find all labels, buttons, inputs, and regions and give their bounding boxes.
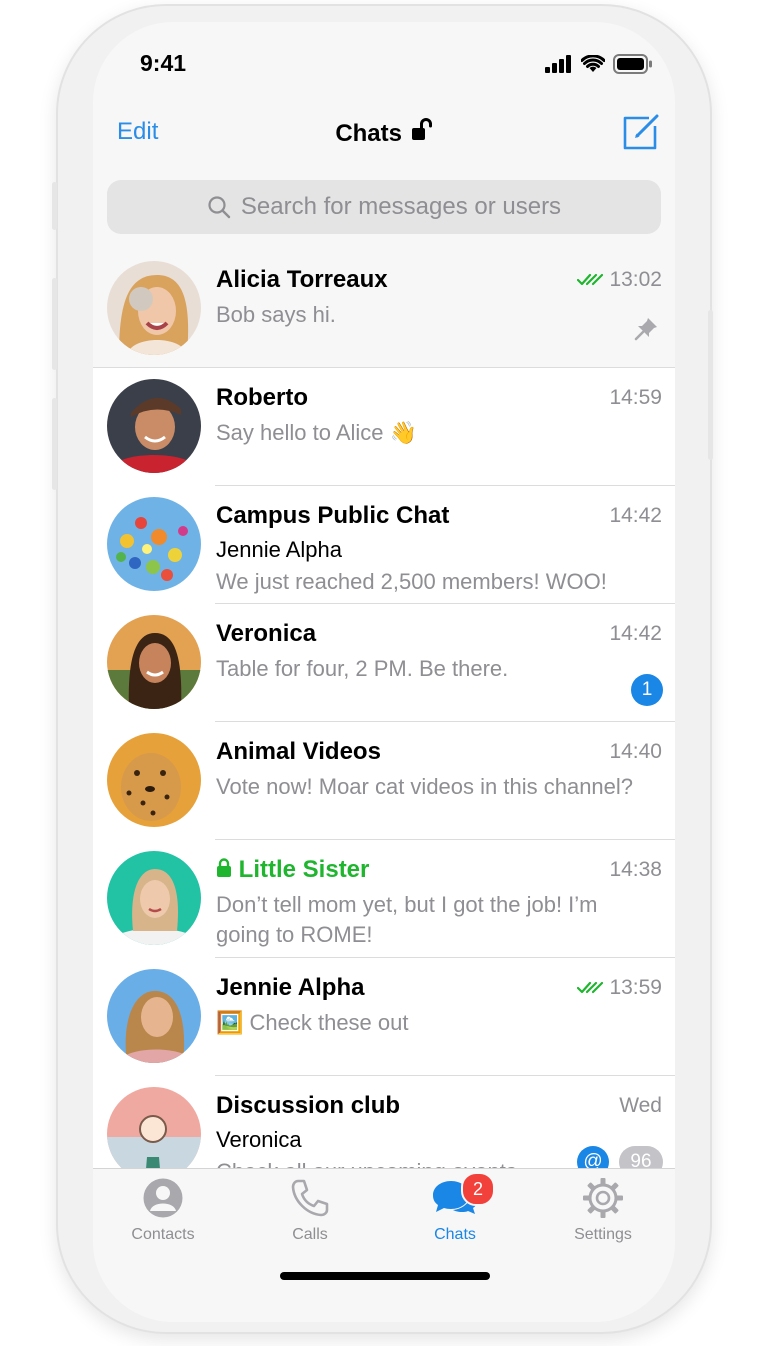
chat-preview: Say hello to Alice 👋 bbox=[216, 420, 418, 445]
contacts-icon bbox=[143, 1178, 183, 1218]
phone-icon bbox=[291, 1179, 329, 1217]
chat-preview: We just reached 2,500 members! WOO! bbox=[216, 569, 607, 594]
chat-sender: Jennie Alpha bbox=[216, 537, 342, 562]
navigation-bar: Edit Chats bbox=[93, 102, 675, 164]
wifi-icon bbox=[581, 55, 605, 72]
search-icon bbox=[208, 196, 231, 219]
mute-switch bbox=[52, 182, 57, 230]
chat-time: 14:42 bbox=[609, 622, 662, 645]
chat-name: Roberto bbox=[216, 384, 308, 411]
home-indicator[interactable] bbox=[280, 1272, 490, 1280]
chat-preview: Bob says hi. bbox=[216, 302, 336, 327]
chat-row-jennie-alpha[interactable]: Jennie Alpha 13:59 🖼️ Check these out bbox=[93, 958, 675, 1076]
avatar bbox=[107, 379, 201, 473]
tab-label: Settings bbox=[574, 1226, 632, 1243]
mention-badge: @ bbox=[577, 1146, 609, 1168]
tab-chats[interactable]: 2 Chats bbox=[395, 1172, 515, 1244]
chat-name: Little Sister bbox=[216, 856, 369, 884]
chat-list: Alicia Torreaux 13:02 Bob says hi. Rober… bbox=[93, 250, 675, 1168]
chat-time: 13:02 bbox=[577, 268, 662, 292]
phone-screen: 9:41 Edit Chats Search for messages or u… bbox=[93, 22, 675, 1322]
chat-time: 14:38 bbox=[609, 858, 662, 881]
chat-row-alicia-torreaux[interactable]: Alicia Torreaux 13:02 Bob says hi. bbox=[93, 250, 675, 368]
chat-name: Jennie Alpha bbox=[216, 974, 365, 1001]
volume-up-button bbox=[52, 278, 57, 370]
avatar bbox=[107, 851, 201, 945]
chat-time: 14:40 bbox=[609, 740, 662, 763]
avatar bbox=[107, 497, 201, 591]
chat-row-animal-videos[interactable]: Animal Videos 14:40 Vote now! Moar cat v… bbox=[93, 722, 675, 840]
chat-time: 14:59 bbox=[609, 386, 662, 409]
chat-row-roberto[interactable]: Roberto 14:59 Say hello to Alice 👋 bbox=[93, 368, 675, 486]
secret-chat-lock-icon bbox=[217, 858, 231, 877]
chat-name-text: Little Sister bbox=[238, 856, 370, 883]
avatar bbox=[107, 733, 201, 827]
chat-preview: Vote now! Moar cat videos in this channe… bbox=[216, 774, 634, 799]
chat-preview: Table for four, 2 PM. Be there. bbox=[216, 656, 509, 681]
chat-time-text: 13:59 bbox=[609, 976, 662, 999]
chat-preview: Don’t tell mom yet, but I got the job! I… bbox=[216, 892, 598, 947]
unread-badge: 1 bbox=[631, 674, 663, 706]
status-bar: 9:41 bbox=[93, 22, 675, 102]
chat-name: Campus Public Chat bbox=[216, 502, 450, 529]
chat-time-text: 13:02 bbox=[609, 268, 662, 291]
chat-row-campus-public-chat[interactable]: Campus Public Chat 14:42 Jennie Alpha We… bbox=[93, 486, 675, 604]
chat-name: Alicia Torreaux bbox=[216, 266, 388, 293]
status-icons bbox=[545, 54, 653, 74]
chat-time: Wed bbox=[619, 1094, 662, 1117]
tab-label: Contacts bbox=[131, 1226, 195, 1243]
compose-icon bbox=[623, 114, 659, 150]
chat-name: Animal Videos bbox=[216, 738, 381, 765]
unlocked-padlock-icon[interactable] bbox=[411, 118, 433, 142]
volume-down-button bbox=[52, 398, 57, 490]
search-placeholder: Search for messages or users bbox=[240, 193, 562, 220]
power-button bbox=[708, 310, 713, 460]
avatar bbox=[107, 969, 201, 1063]
compose-button[interactable] bbox=[621, 112, 661, 157]
tab-bar: Contacts Calls 2 Chats Settings bbox=[93, 1168, 675, 1322]
tab-label: Calls bbox=[292, 1226, 328, 1243]
unread-badge: 96 bbox=[619, 1146, 663, 1168]
search-bar[interactable]: Search for messages or users bbox=[107, 180, 661, 234]
status-time: 9:41 bbox=[140, 50, 187, 76]
chat-sender: Veronica bbox=[216, 1127, 302, 1152]
signal-icon bbox=[545, 55, 571, 73]
title-text: Chats bbox=[335, 120, 402, 147]
chat-name: Veronica bbox=[216, 620, 317, 647]
battery-icon bbox=[613, 54, 652, 74]
pin-icon bbox=[634, 318, 657, 341]
tab-label: Chats bbox=[434, 1226, 476, 1243]
double-check-icon bbox=[577, 273, 604, 286]
chat-row-little-sister[interactable]: Little Sister 14:38 Don’t tell mom yet, … bbox=[93, 840, 675, 958]
gear-icon bbox=[583, 1178, 623, 1218]
double-check-icon bbox=[577, 981, 604, 994]
chat-name: Discussion club bbox=[216, 1092, 401, 1119]
chat-time: 14:42 bbox=[609, 504, 662, 527]
chat-time: 13:59 bbox=[577, 976, 662, 1000]
chat-row-discussion-club[interactable]: Discussion club Wed Veronica Check all o… bbox=[93, 1076, 675, 1168]
avatar bbox=[107, 261, 201, 355]
chat-preview: 🖼️ Check these out bbox=[216, 1010, 409, 1035]
tab-calls[interactable]: Calls bbox=[250, 1177, 370, 1244]
avatar bbox=[107, 615, 201, 709]
tab-contacts[interactable]: Contacts bbox=[103, 1177, 223, 1244]
tab-settings[interactable]: Settings bbox=[543, 1177, 663, 1244]
chat-row-veronica[interactable]: Veronica 14:42 Table for four, 2 PM. Be … bbox=[93, 604, 675, 722]
avatar bbox=[107, 1087, 201, 1168]
tab-chats-badge: 2 bbox=[461, 1172, 495, 1206]
page-title: Chats bbox=[93, 118, 675, 148]
